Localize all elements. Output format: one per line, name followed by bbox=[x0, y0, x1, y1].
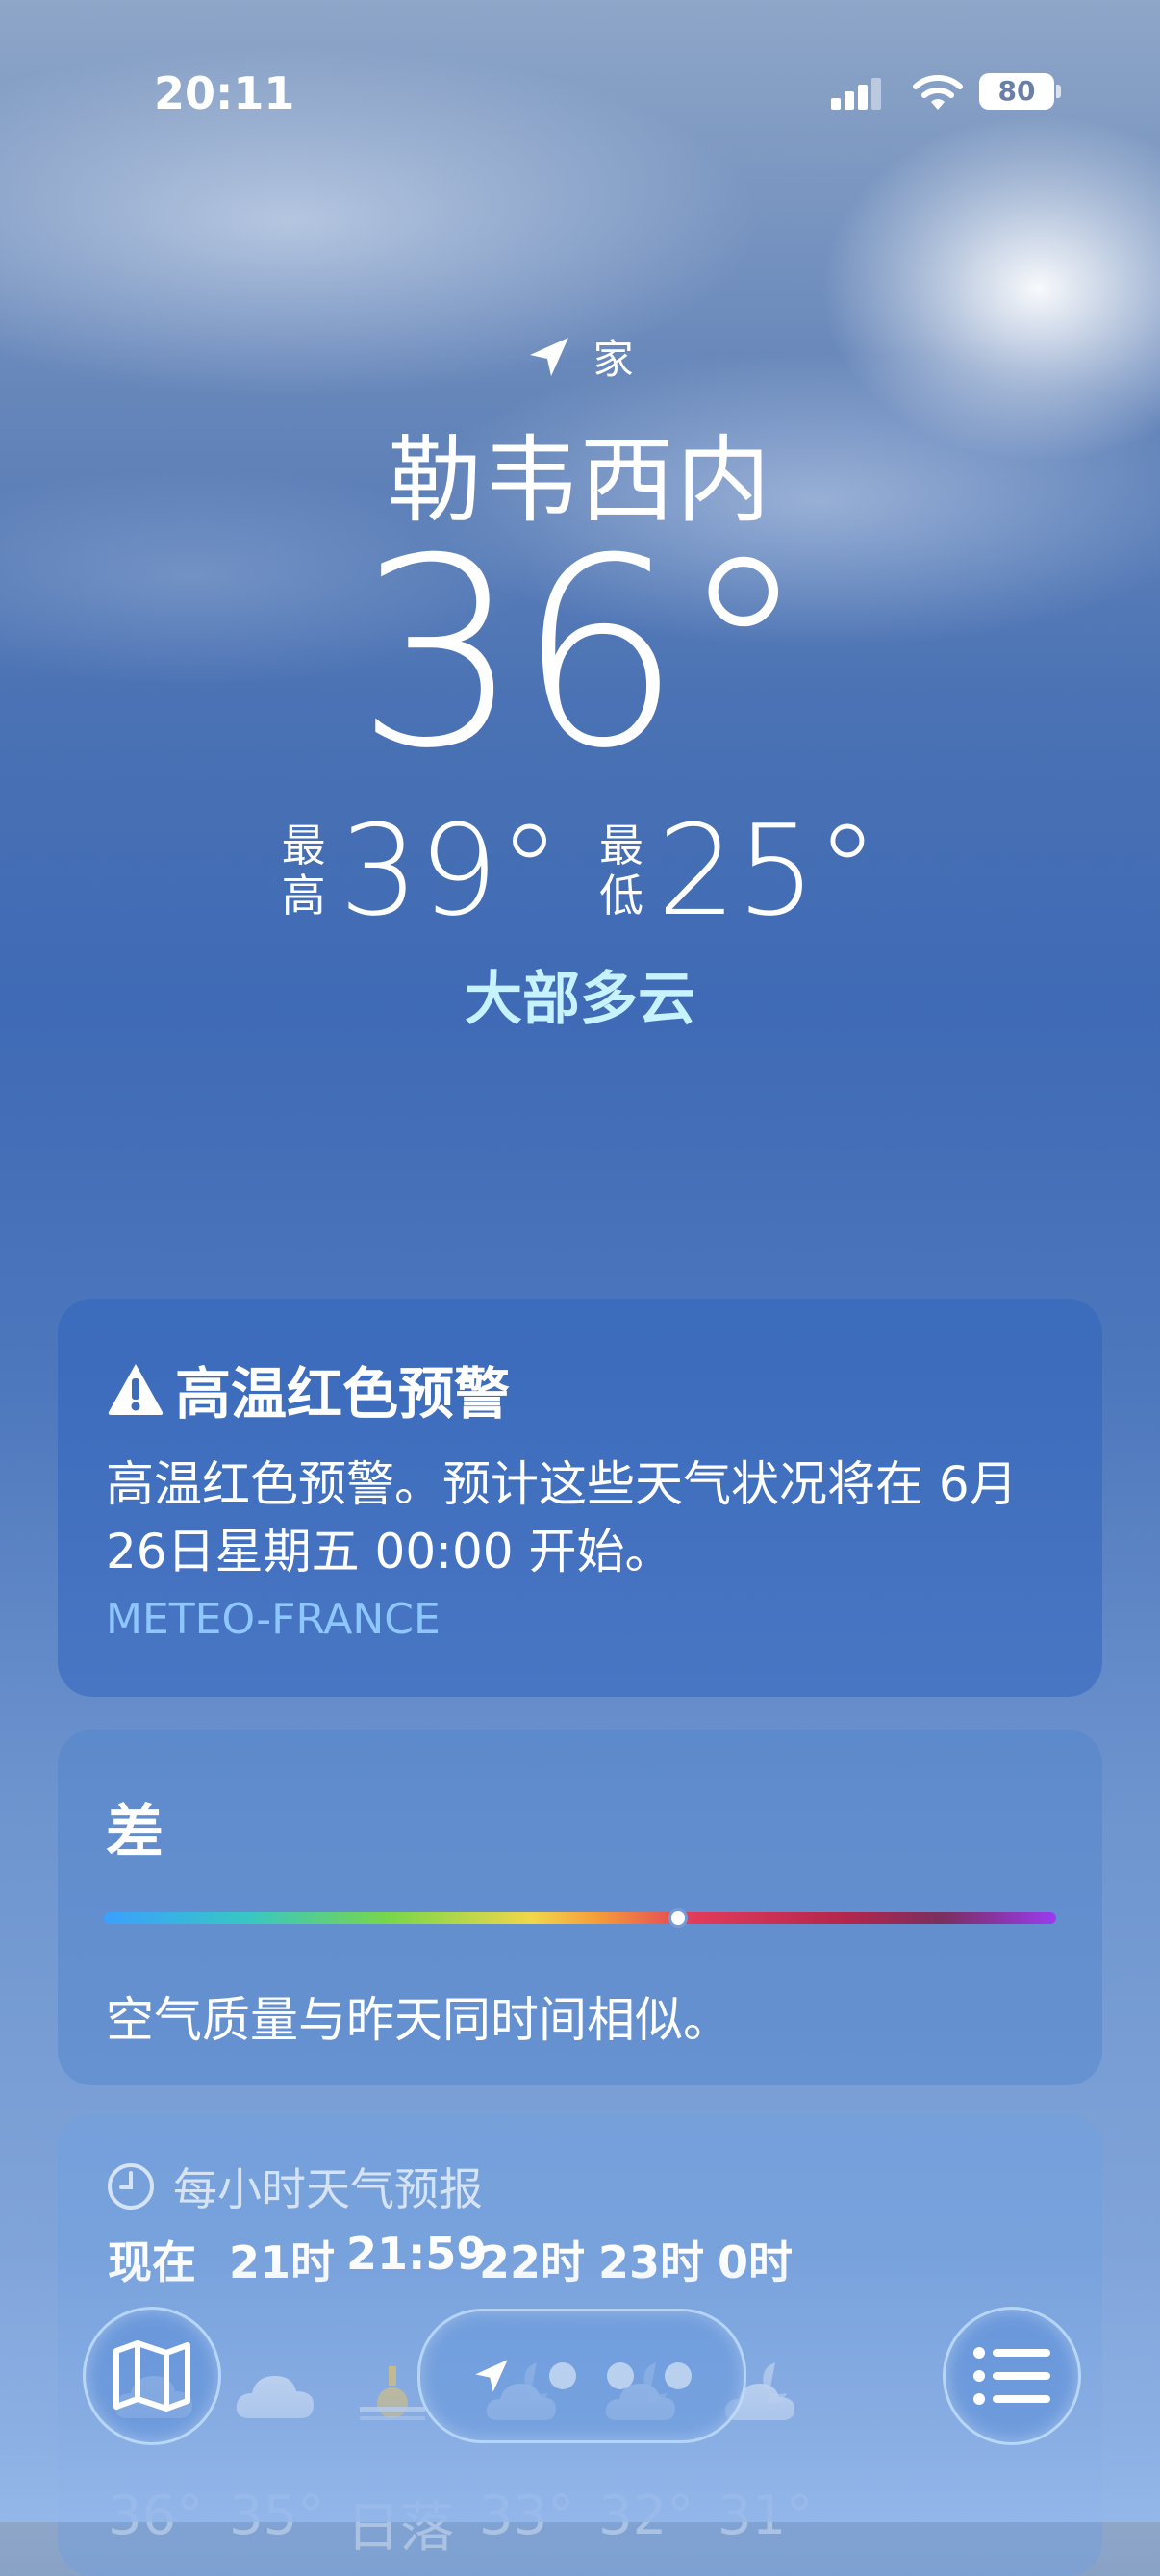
hourly-times-row: 现在 21时 21:59 22时 23时 0时 bbox=[58, 2228, 1102, 2295]
warning-body: 高温红色预警。预计这些天气状况将在 6月26日星期五 00:00 开始。 bbox=[106, 1456, 1018, 1579]
hourly-forecast-header: 每小时天气预报 bbox=[106, 2155, 483, 2218]
high-temperature: 39° bbox=[339, 797, 561, 944]
map-button[interactable] bbox=[83, 2307, 221, 2445]
hourly-time: 21时 bbox=[229, 2236, 336, 2288]
low-label: 最 低 bbox=[599, 821, 643, 921]
hourly-time: 23时 bbox=[598, 2236, 705, 2288]
location-arrow-icon bbox=[530, 337, 569, 376]
list-icon bbox=[973, 2347, 1050, 2405]
wifi-icon bbox=[913, 75, 963, 110]
air-quality-scale bbox=[104, 1912, 1056, 1924]
clock-icon bbox=[108, 2163, 154, 2210]
status-bar: 20:11 80 bbox=[0, 0, 1160, 192]
high-label-char-2: 高 bbox=[281, 870, 326, 922]
status-time: 20:11 bbox=[154, 67, 295, 119]
air-quality-card[interactable]: 差 空气质量与昨天同时间相似。 bbox=[58, 1730, 1102, 2085]
air-quality-marker bbox=[668, 1908, 688, 1928]
heat-warning-card[interactable]: 高温红色预警 高温红色预警。预计这些天气状况将在 6月26日星期五 00:00 … bbox=[58, 1299, 1102, 1697]
hourly-temp: 32° bbox=[598, 2485, 694, 2547]
air-quality-description: 空气质量与昨天同时间相似。 bbox=[106, 1992, 731, 2048]
bottom-toolbar bbox=[0, 2299, 1160, 2445]
hourly-temp: 36° bbox=[108, 2485, 204, 2547]
location-page-icon bbox=[475, 2360, 508, 2392]
air-quality-level: 差 bbox=[106, 1799, 164, 1866]
signal-icon bbox=[831, 78, 881, 110]
current-temperature: 36° bbox=[355, 502, 809, 805]
location-line: 家 bbox=[0, 327, 1160, 385]
high-label: 最 高 bbox=[282, 821, 326, 921]
battery-nub bbox=[1056, 85, 1061, 98]
location-label: 家 bbox=[593, 336, 634, 383]
warning-title-text: 高温红色预警 bbox=[175, 1361, 511, 1427]
hourly-time: 0时 bbox=[718, 2236, 794, 2288]
high-low-temperatures: 最 高 39° 最 低 25° bbox=[0, 808, 1160, 933]
map-icon bbox=[113, 2340, 190, 2412]
hourly-temp: 35° bbox=[229, 2485, 325, 2547]
hourly-time: 现在 bbox=[108, 2236, 196, 2288]
hourly-temps-row: 36° 35° 日落 33° 32° 31° bbox=[58, 2485, 1102, 2562]
battery-indicator: 80 bbox=[979, 73, 1054, 110]
warning-source[interactable]: METEO-FRANCE bbox=[106, 1595, 441, 1644]
page-dot[interactable] bbox=[607, 2362, 634, 2389]
hourly-time: 21:59 bbox=[346, 2228, 488, 2280]
status-icons: 80 bbox=[829, 69, 1061, 117]
page-dot[interactable] bbox=[549, 2362, 576, 2389]
hourly-temp: 33° bbox=[479, 2485, 575, 2547]
warning-title: 高温红色预警 bbox=[106, 1349, 510, 1429]
hourly-time: 22时 bbox=[479, 2236, 586, 2288]
warning-icon bbox=[108, 1364, 164, 1415]
city-list-button[interactable] bbox=[943, 2307, 1081, 2445]
hourly-temp: 31° bbox=[718, 2485, 814, 2547]
page-indicator[interactable] bbox=[417, 2309, 746, 2443]
low-temperature: 25° bbox=[657, 797, 879, 944]
page-dot[interactable] bbox=[665, 2362, 692, 2389]
hourly-temp: 日落 bbox=[346, 2497, 454, 2560]
high-label-char-1: 最 bbox=[281, 820, 326, 871]
low-label-char-2: 低 bbox=[599, 870, 643, 922]
weather-condition: 大部多云 bbox=[465, 966, 695, 1033]
low-label-char-1: 最 bbox=[599, 820, 643, 871]
hourly-forecast-title: 每小时天气预报 bbox=[173, 2163, 483, 2215]
